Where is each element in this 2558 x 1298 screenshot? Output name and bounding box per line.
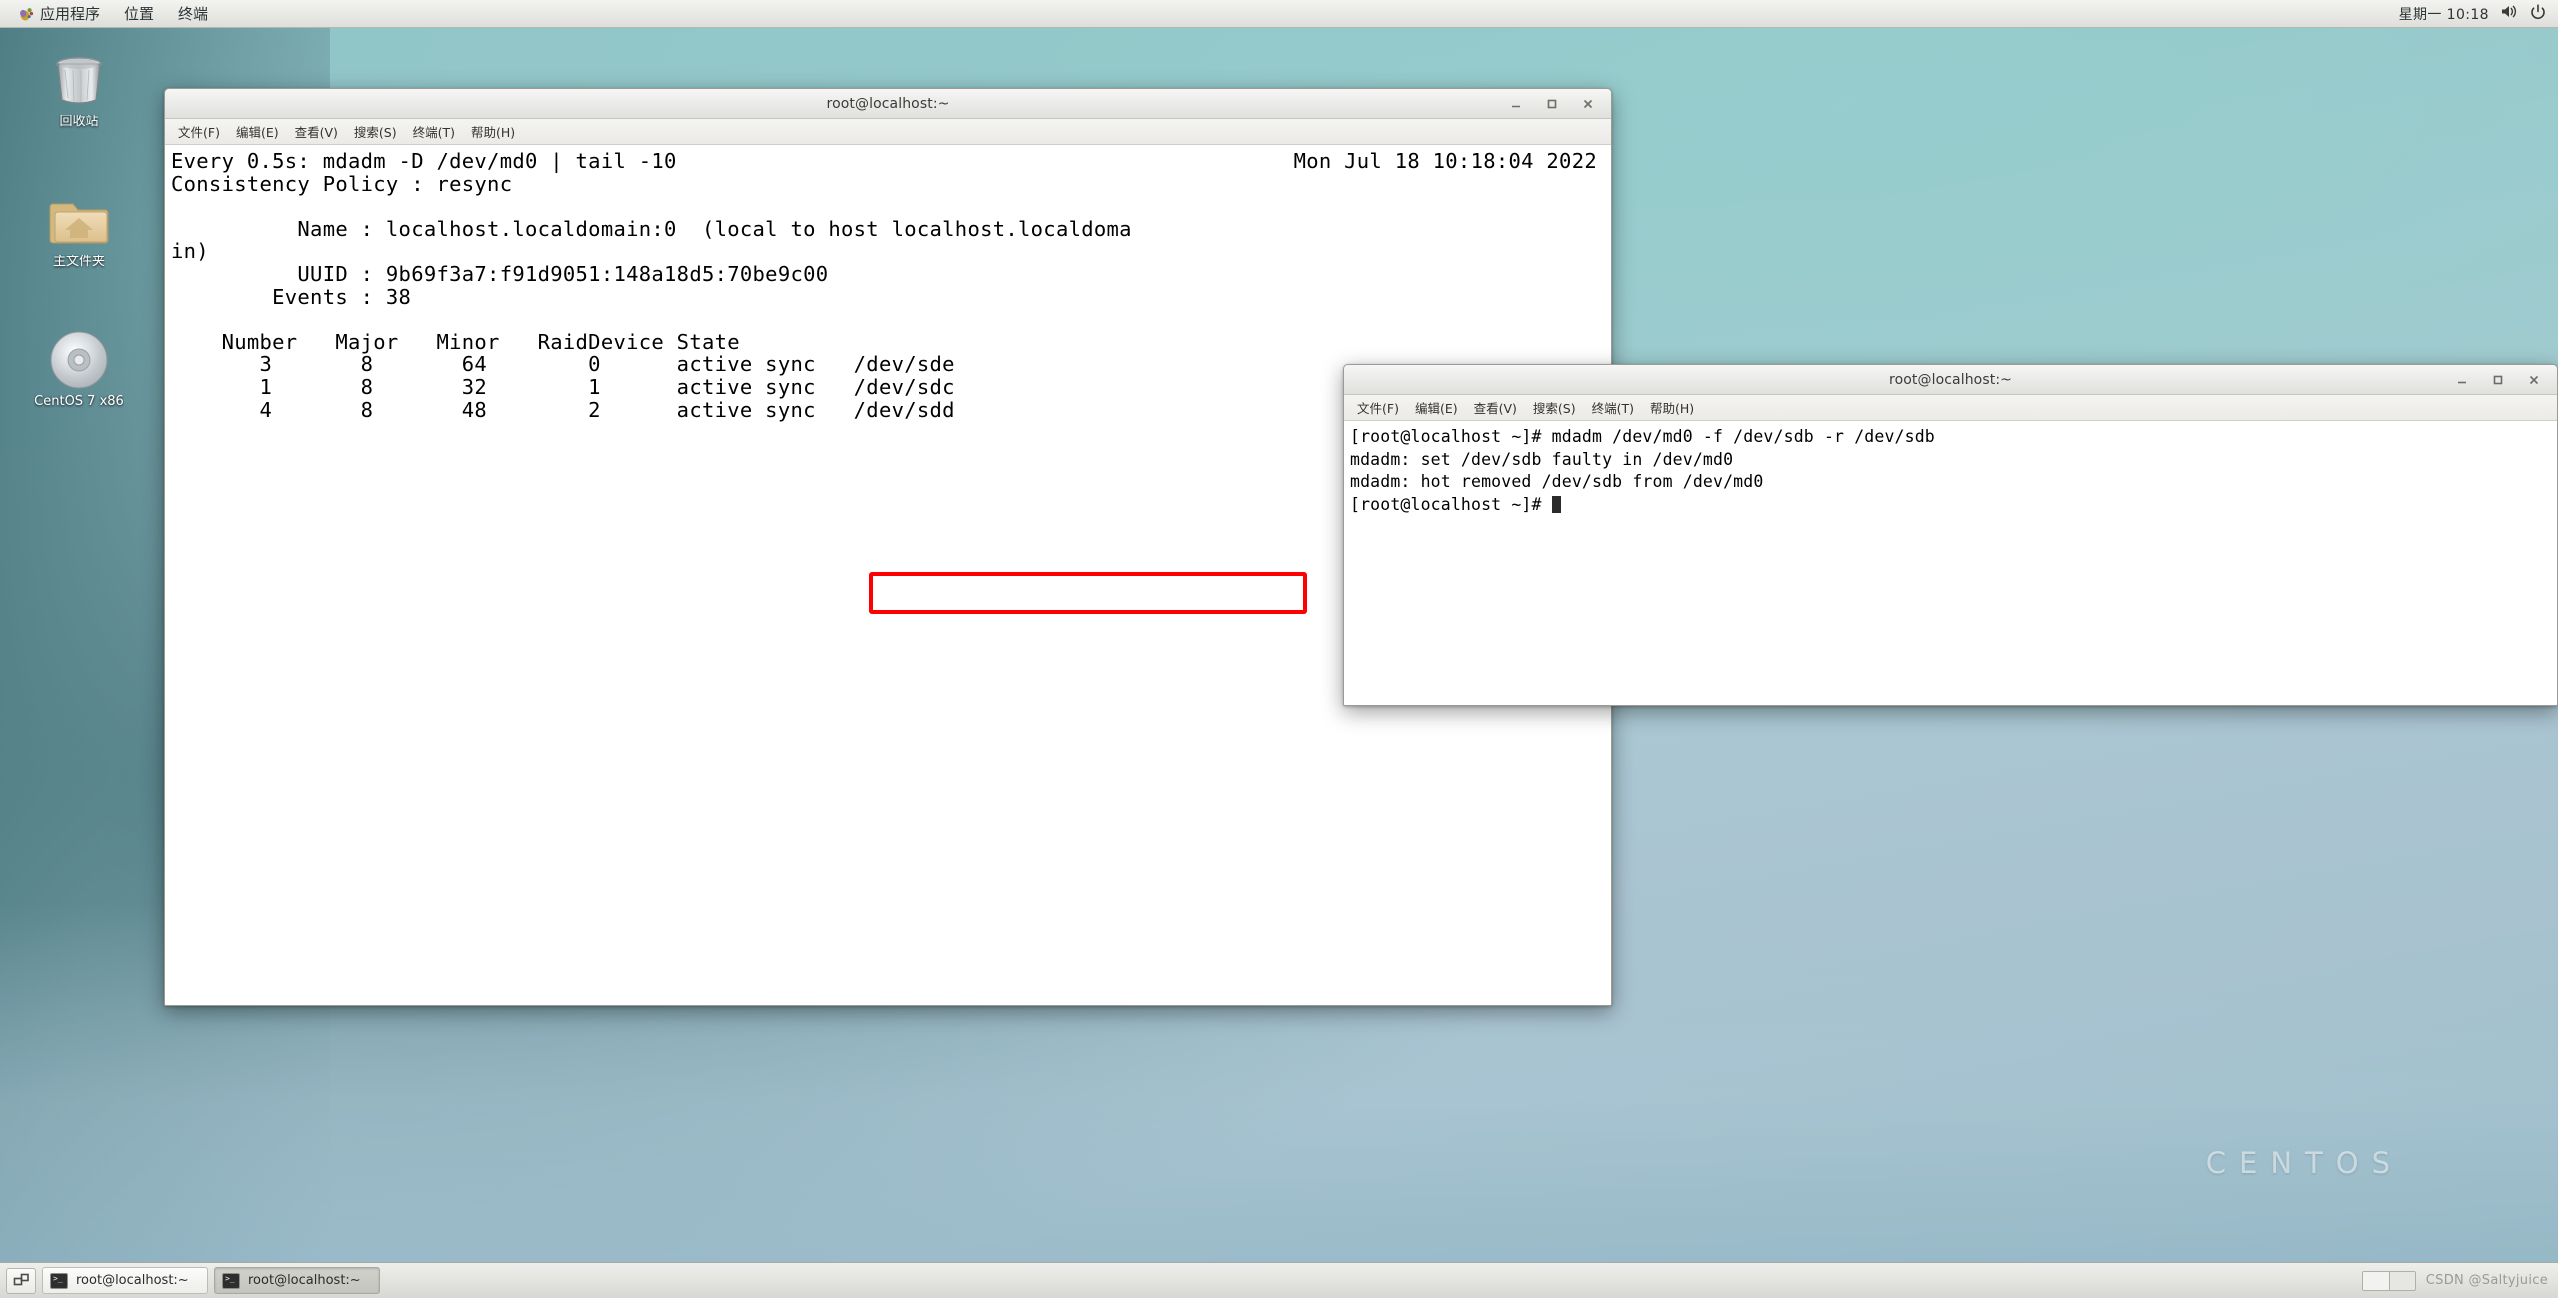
menu-view[interactable]: 查看(V) (288, 119, 345, 144)
home-folder-icon (47, 188, 111, 252)
menu-search[interactable]: 搜索(S) (347, 119, 404, 144)
show-desktop-icon[interactable] (6, 1267, 36, 1294)
gnome-foot-icon (18, 6, 34, 22)
output-line-1: mdadm: set /dev/sdb faulty in /dev/md0 (1350, 449, 1734, 469)
optical-disc-icon (47, 328, 111, 392)
window2-title: root@localhost:~ (1889, 371, 2012, 388)
terminal-window-2[interactable]: root@localhost:~ 文件(F) 编辑(E) 查看(V) 搜索(S)… (1343, 364, 2558, 706)
trash-icon (47, 48, 111, 112)
taskbar-item-label: root@localhost:~ (248, 1273, 361, 1288)
maximize-icon[interactable] (1543, 95, 1561, 113)
menu-terminal[interactable]: 终端(T) (406, 119, 462, 144)
terminal-cursor (1551, 495, 1561, 513)
minimize-icon[interactable] (2453, 371, 2471, 389)
menu-file[interactable]: 文件(F) (171, 119, 227, 144)
window2-terminal-body[interactable]: [root@localhost ~]# mdadm /dev/md0 -f /d… (1344, 421, 2557, 705)
window2-menubar: 文件(F) 编辑(E) 查看(V) 搜索(S) 终端(T) 帮助(H) (1344, 395, 2557, 421)
window1-menubar: 文件(F) 编辑(E) 查看(V) 搜索(S) 终端(T) 帮助(H) (165, 119, 1611, 145)
close-icon[interactable] (1579, 95, 1597, 113)
applications-menu-label: 应用程序 (40, 5, 101, 23)
watch-timestamp: Mon Jul 18 10:18:04 2022 (1293, 149, 1597, 173)
workspace-2[interactable] (2388, 1271, 2415, 1290)
desktop-icon-trash[interactable]: 回收站 (20, 48, 138, 130)
power-icon[interactable] (2530, 3, 2546, 24)
window1-title: root@localhost:~ (826, 95, 950, 112)
output-line-2: mdadm: hot removed /dev/sdb from /dev/md… (1350, 472, 1764, 492)
minimize-icon[interactable] (1507, 95, 1525, 113)
desktop-icon-centos-disc[interactable]: CentOS 7 x86 (20, 328, 138, 410)
window2-titlebar[interactable]: root@localhost:~ (1344, 365, 2557, 395)
taskbar-item-terminal-1[interactable]: >_ root@localhost:~ (42, 1267, 208, 1294)
menu-file[interactable]: 文件(F) (1350, 395, 1406, 420)
terminal-icon: >_ (222, 1272, 240, 1289)
taskbar: >_ root@localhost:~ >_ root@localhost:~ … (0, 1262, 2558, 1298)
prompt-line: [root@localhost ~]# (1350, 494, 2549, 517)
applications-menu[interactable]: 应用程序 (6, 0, 112, 27)
taskbar-item-label: root@localhost:~ (76, 1273, 189, 1288)
menu-help[interactable]: 帮助(H) (1643, 395, 1701, 420)
desktop-icon-home[interactable]: 主文件夹 (20, 188, 138, 270)
volume-icon[interactable] (2501, 4, 2518, 23)
taskbar-item-terminal-2[interactable]: >_ root@localhost:~ (214, 1267, 380, 1294)
command-line-1: [root@localhost ~]# mdadm /dev/md0 -f /d… (1350, 427, 1935, 446)
close-icon[interactable] (2525, 371, 2543, 389)
menu-edit[interactable]: 编辑(E) (229, 119, 286, 144)
csdn-watermark: CSDN @Saltyjuice (2425, 1273, 2548, 1288)
terminal-menu-label: 终端 (178, 5, 209, 23)
watch-command-header: Every 0.5s: mdadm -D /dev/md0 | tail -10 (171, 149, 677, 173)
menu-terminal[interactable]: 终端(T) (1585, 395, 1641, 420)
prompt-text: [root@localhost ~]# (1350, 494, 1552, 514)
desktop-icon-label: CentOS 7 x86 (34, 395, 124, 409)
desktop-icon-label: 主文件夹 (52, 255, 105, 269)
red-highlight-box (869, 572, 1307, 614)
places-menu-label: 位置 (124, 5, 155, 23)
workspace-1[interactable] (2362, 1271, 2389, 1290)
places-menu[interactable]: 位置 (112, 0, 166, 27)
desktop-icon-label: 回收站 (59, 115, 99, 129)
top-panel: 应用程序 位置 终端 星期一 10:18 (0, 0, 2558, 28)
menu-help[interactable]: 帮助(H) (464, 119, 522, 144)
terminal-menu[interactable]: 终端 (166, 0, 220, 27)
panel-clock[interactable]: 星期一 10:18 (2399, 4, 2489, 24)
workspace-switcher[interactable] (2361, 1270, 2416, 1291)
menu-view[interactable]: 查看(V) (1467, 395, 1524, 420)
terminal-icon: >_ (50, 1272, 68, 1289)
menu-edit[interactable]: 编辑(E) (1408, 395, 1465, 420)
menu-search[interactable]: 搜索(S) (1526, 395, 1583, 420)
window1-titlebar[interactable]: root@localhost:~ (165, 89, 1611, 119)
centos-watermark: CENTOS (2205, 1146, 2403, 1180)
maximize-icon[interactable] (2489, 371, 2507, 389)
